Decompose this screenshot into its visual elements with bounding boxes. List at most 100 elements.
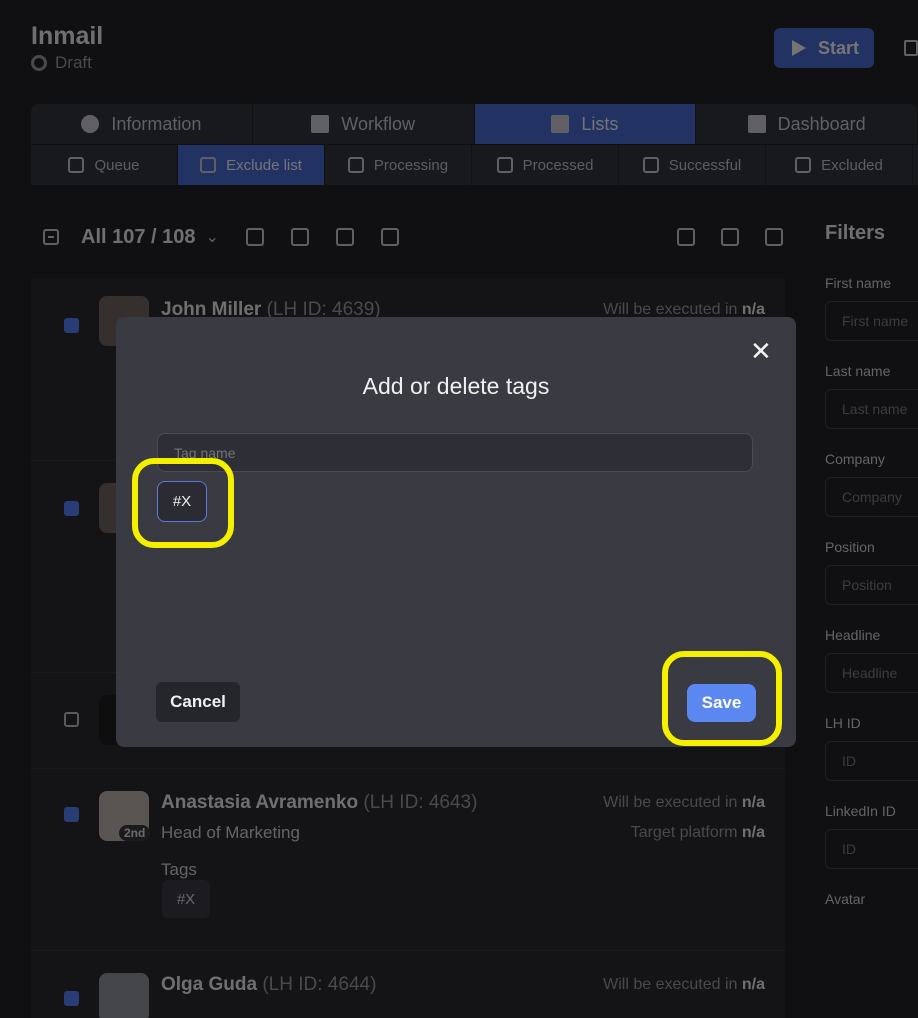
refresh-icon [347, 157, 364, 173]
filter-input[interactable]: Headline [825, 653, 918, 693]
tab-label: Dashboard [777, 113, 866, 134]
filter-input[interactable]: Last name [825, 389, 918, 429]
subtab-exclude-list[interactable]: Exclude list [178, 145, 325, 185]
filter-linkedin-id: LinkedIn ID ID [825, 803, 918, 869]
row-checkbox[interactable] [64, 991, 79, 1006]
filter-first-name: First name First name [825, 275, 918, 341]
tag-name-input[interactable] [157, 433, 753, 472]
target-platform: Target platform n/a [630, 824, 765, 841]
contact-name: Anastasia Avramenko (LH ID: 4643) [161, 792, 478, 813]
filter-avatar: Avatar [825, 891, 918, 907]
list-icon [551, 115, 570, 133]
count-label: All 107 / 108 [81, 225, 196, 248]
grid-icon[interactable] [765, 228, 783, 246]
list-item[interactable]: Olga Guda (LH ID: 4644) Will be executed… [31, 951, 785, 1018]
play-icon [792, 40, 806, 56]
row-checkbox[interactable] [64, 501, 79, 516]
filter-position: Position Position [825, 539, 918, 605]
draft-icon [31, 55, 47, 71]
tab-workflow[interactable]: Workflow [253, 104, 475, 144]
tags-modal: ✕ Add or delete tags #X Cancel Save [116, 317, 796, 747]
queue-icon [68, 157, 85, 173]
tab-dashboard[interactable]: Dashboard [696, 104, 918, 144]
filter-label: Headline [825, 627, 881, 643]
filter-input[interactable]: Position [825, 565, 918, 605]
tab-lists[interactable]: Lists [474, 104, 697, 144]
plus-icon[interactable] [721, 228, 739, 246]
tab-label: Information [111, 113, 202, 134]
campaign-status: Draft [31, 53, 92, 73]
filter-label: LinkedIn ID [825, 803, 896, 819]
filter-label: LH ID [825, 715, 861, 731]
contact-name: Olga Guda (LH ID: 4644) [161, 974, 377, 995]
row-checkbox[interactable] [64, 712, 79, 727]
subtab-label: Exclude list [226, 156, 302, 174]
main-tabs: Information Workflow Lists Dashboard [31, 104, 918, 144]
filter-label: Last name [825, 363, 891, 379]
tag-icon[interactable] [380, 228, 399, 246]
filter-input[interactable]: ID [825, 829, 918, 869]
filter-input[interactable]: ID [825, 741, 918, 781]
filter-label: First name [825, 275, 892, 291]
subtab-processing[interactable]: Processing [325, 145, 472, 185]
toolbar-right [677, 228, 783, 246]
execution-status: Will be executed in n/a [603, 976, 765, 993]
subtab-label: Successful [668, 156, 742, 174]
tag-chip: #X [162, 880, 210, 918]
select-all-checkbox[interactable] [43, 229, 59, 245]
collapse-icon[interactable] [677, 228, 695, 246]
filters-panel: Filters First name First name Last name … [825, 222, 918, 929]
campaign-title: Inmail [31, 22, 104, 50]
tab-label: Lists [581, 113, 619, 134]
download-icon[interactable] [335, 228, 354, 246]
list-toolbar: All 107 / 108 ⌄ [43, 222, 783, 252]
avatar [99, 973, 149, 1018]
subtab-queue[interactable]: Queue [31, 145, 178, 185]
filters-title: Filters [825, 222, 886, 244]
info-icon [81, 115, 100, 133]
close-icon[interactable]: ✕ [750, 338, 772, 364]
start-button[interactable]: Start [774, 28, 874, 68]
add-to-list-icon[interactable] [245, 228, 264, 246]
tag-pill[interactable]: #X [157, 481, 207, 522]
tags-label: Tags [161, 860, 197, 879]
delete-icon[interactable] [290, 228, 309, 246]
execution-status: Will be executed in n/a [603, 794, 765, 811]
contact-headline: Head of Marketing [161, 823, 300, 842]
tab-label: Workflow [341, 113, 415, 134]
subtab-label: Queue [94, 156, 140, 174]
filter-company: Company Company [825, 451, 918, 517]
chevron-down-icon[interactable]: ⌄ [206, 227, 219, 247]
start-label: Start [818, 37, 860, 58]
status-label: Draft [55, 53, 92, 72]
dashboard-icon [747, 115, 766, 133]
subtab-label: Processing [373, 156, 449, 174]
row-checkbox[interactable] [64, 318, 79, 333]
user-x-icon [795, 157, 812, 173]
connection-degree-badge: 2nd [119, 825, 151, 841]
check-icon [642, 157, 659, 173]
list-item[interactable]: 2nd Anastasia Avramenko (LH ID: 4643) Wi… [31, 769, 785, 951]
filter-input[interactable]: First name [825, 301, 918, 341]
flag-icon [496, 157, 513, 173]
list-subtabs: Queue Exclude list Processing Processed … [31, 145, 918, 185]
workflow-icon [311, 115, 330, 133]
cancel-button[interactable]: Cancel [156, 682, 240, 722]
subtab-label: Processed [522, 156, 594, 174]
row-checkbox[interactable] [64, 807, 79, 822]
filter-label: Avatar [825, 891, 866, 907]
filter-input[interactable]: Company [825, 477, 918, 517]
modal-title: Add or delete tags [362, 373, 550, 399]
tab-information[interactable]: Information [31, 104, 253, 144]
subtab-successful[interactable]: Successful [619, 145, 766, 185]
filter-last-name: Last name Last name [825, 363, 918, 429]
subtab-excluded[interactable]: Excluded [766, 145, 913, 185]
subtab-processed[interactable]: Processed [472, 145, 619, 185]
ban-icon [200, 157, 217, 173]
save-button[interactable]: Save [687, 684, 756, 722]
copy-icon[interactable] [904, 40, 918, 56]
filter-lh-id: LH ID ID [825, 715, 918, 781]
filter-headline: Headline Headline [825, 627, 918, 693]
filter-label: Position [825, 539, 875, 555]
subtab-label: Excluded [821, 156, 883, 174]
